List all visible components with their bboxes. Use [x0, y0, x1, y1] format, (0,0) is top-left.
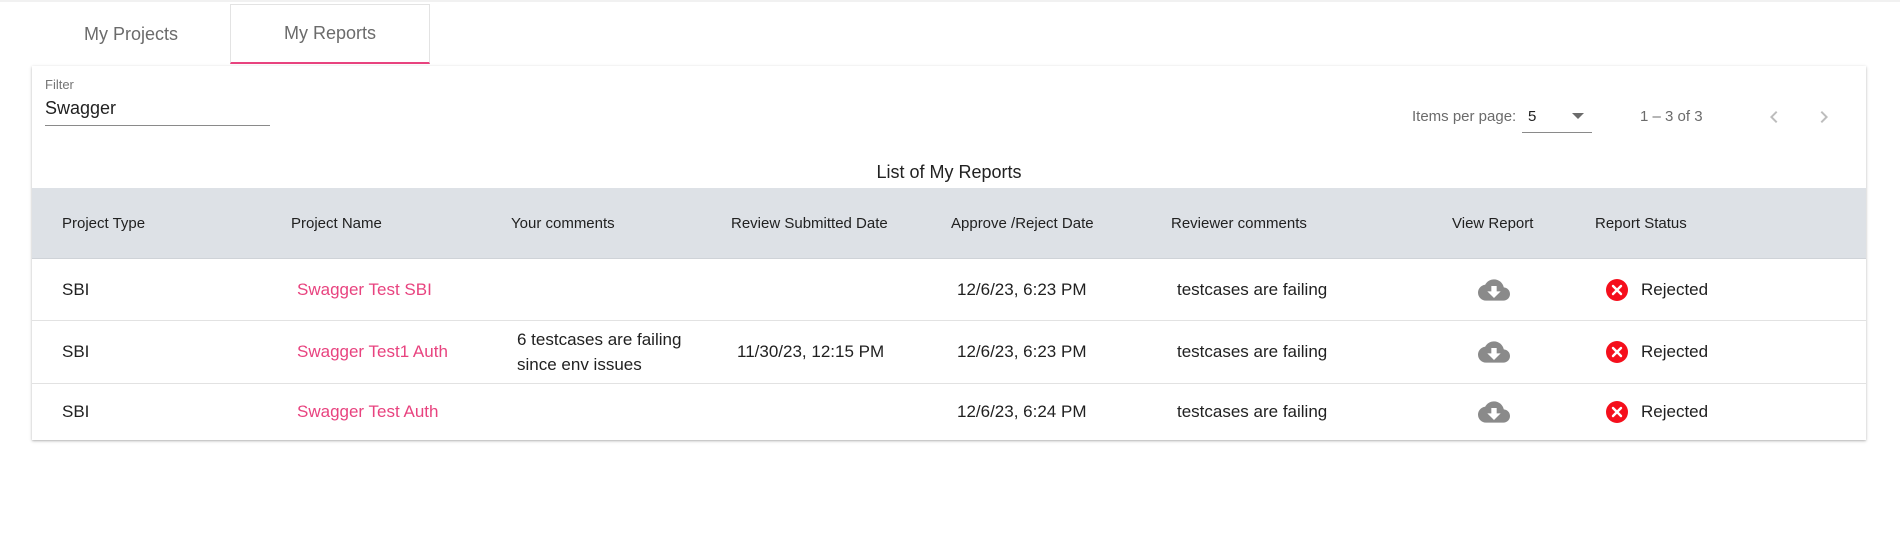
view-report-download-button[interactable] — [1478, 321, 1510, 383]
your-comments-cell — [517, 259, 707, 320]
cloud-download-icon — [1478, 341, 1510, 363]
page-range-label: 1 – 3 of 3 — [1640, 108, 1703, 125]
filter-input[interactable] — [45, 96, 270, 126]
column-header-review-submitted-date: Review Submitted Date — [731, 214, 888, 232]
report-status-cell: Rejected — [1605, 259, 1708, 320]
approve-reject-date-cell: 12/6/23, 6:24 PM — [957, 401, 1087, 421]
filter-label: Filter — [45, 77, 74, 92]
cancel-circle-icon — [1606, 400, 1628, 423]
approve-reject-date-cell: 12/6/23, 6:23 PM — [957, 342, 1087, 361]
report-status-label: Rejected — [1641, 279, 1709, 299]
column-header-reviewer-comments: Reviewer comments — [1171, 214, 1307, 232]
chevron-right-icon — [1820, 111, 1828, 123]
report-status-cell: Rejected — [1605, 321, 1708, 383]
reviewer-comments-cell: testcases are failing — [1177, 401, 1328, 421]
view-report-download-button[interactable] — [1478, 384, 1510, 439]
previous-page-button[interactable] — [1757, 100, 1791, 134]
items-per-page-select[interactable]: 5 — [1522, 100, 1592, 133]
your-comments-cell — [517, 384, 707, 439]
project-name-link[interactable]: Swagger Test1 Auth — [297, 321, 448, 383]
table-row: SBI Swagger Test1 Auth 6 testcases are f… — [32, 321, 1866, 384]
table-row: SBI Swagger Test Auth 12/6/23, 6:24 PM t… — [32, 384, 1866, 439]
report-status-label: Rejected — [1641, 342, 1709, 361]
review-submitted-date-cell: 11/30/23, 12:15 PM — [737, 342, 885, 361]
project-type-cell: SBI — [62, 279, 90, 299]
chevron-left-icon — [1770, 111, 1778, 123]
column-header-report-status: Report Status — [1595, 214, 1687, 232]
filter-field: Filter — [45, 77, 270, 126]
cancel-circle-icon — [1606, 341, 1628, 363]
table-title: List of My Reports — [876, 162, 1022, 182]
reviewer-comments-cell: testcases are failing — [1177, 279, 1328, 299]
tab-my-reports[interactable]: My Reports — [230, 4, 430, 64]
column-header-view-report: View Report — [1452, 214, 1534, 232]
tab-my-projects[interactable]: My Projects — [32, 4, 230, 64]
cloud-download-icon — [1478, 278, 1510, 301]
reviewer-comments-cell: testcases are failing — [1177, 342, 1328, 361]
items-per-page-label: Items per page: — [1412, 108, 1517, 125]
view-report-download-button[interactable] — [1478, 259, 1510, 320]
items-per-page-value: 5 — [1528, 108, 1537, 125]
dropdown-arrow-icon — [1572, 113, 1584, 119]
project-name-link[interactable]: Swagger Test Auth — [297, 384, 438, 439]
column-header-project-name: Project Name — [291, 214, 382, 232]
table-row: SBI Swagger Test SBI 12/6/23, 6:23 PM te… — [32, 259, 1866, 321]
approve-reject-date-cell: 12/6/23, 6:23 PM — [957, 279, 1087, 299]
project-name-link[interactable]: Swagger Test SBI — [297, 259, 432, 320]
column-header-project-type: Project Type — [62, 214, 146, 232]
reports-card: Filter Items per page: 5 1 – 3 of 3 List… — [32, 66, 1866, 440]
your-comments-cell: 6 testcases are failing since env issues — [517, 330, 682, 374]
table-header: Project Type Project Name Your comments … — [32, 188, 1866, 259]
cancel-circle-icon — [1606, 278, 1628, 301]
top-divider — [0, 0, 1900, 2]
column-header-your-comments: Your comments — [511, 214, 615, 232]
report-status-cell: Rejected — [1605, 384, 1708, 439]
project-type-cell: SBI — [62, 401, 90, 421]
report-status-label: Rejected — [1641, 401, 1709, 421]
next-page-button[interactable] — [1807, 100, 1841, 134]
column-header-approve-reject-date: Approve /Reject Date — [951, 214, 1094, 232]
project-type-cell: SBI — [62, 342, 90, 361]
cloud-download-icon — [1478, 400, 1510, 423]
